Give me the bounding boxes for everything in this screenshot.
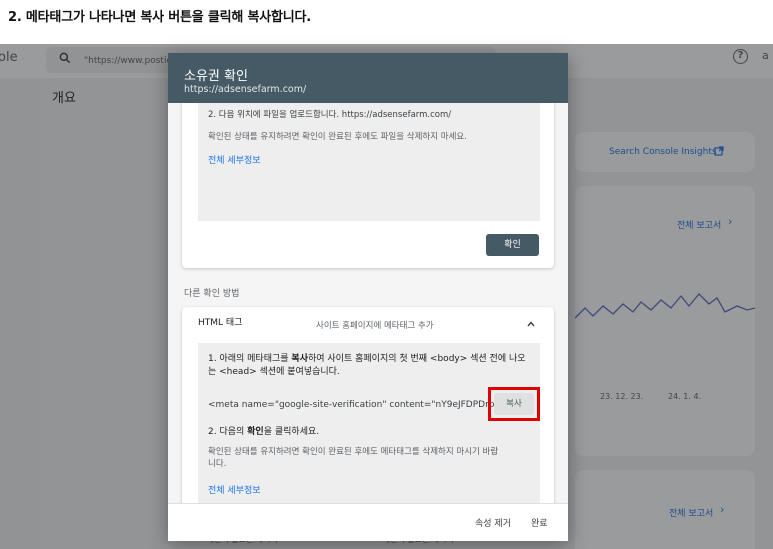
verification-meta-tag[interactable]: <meta name="google-site-verification" co… [208,400,496,410]
meta-tag-instructions-box: 1. 아래의 메타태그를 복사하여 사이트 홈페이지의 첫 번째 <body> … [198,343,540,503]
meta-step-1-pre: 1. 아래의 메타태그를 [208,354,292,364]
html-tag-description: 사이트 홈페이지에 메타태그 추가 [316,321,434,331]
upload-step-text: 2. 다음 위치에 파일을 업로드합니다. https://adsensefar… [208,110,452,120]
other-methods-label: 다른 확인 방법 [184,289,240,299]
html-tag-title: HTML 태그 [198,318,243,328]
keep-meta-notice-line1: 확인된 상태를 유지하려면 확인이 완료된 후에도 메타태그를 삭제하지 마시기… [208,447,499,457]
ownership-verification-dialog: 소유권 확인 https://adsensefarm.com/ 2. 다음 위치… [168,53,568,541]
dialog-header: 소유권 확인 https://adsensefarm.com/ [168,53,568,103]
meta-step-1: 1. 아래의 메타태그를 복사하여 사이트 홈페이지의 첫 번째 <body> … [208,353,534,379]
file-instructions-box: 2. 다음 위치에 파일을 업로드합니다. https://adsensefar… [198,103,540,221]
meta-step-2-post: 을 클릭하세요. [263,427,320,437]
keep-meta-notice: 확인된 상태를 유지하려면 확인이 완료된 후에도 메타태그를 삭제하지 마시기… [208,446,498,470]
meta-full-details-link[interactable]: 전체 세부정보 [208,483,261,496]
tutorial-screenshot: 2. 메타태그가 나타나면 복사 버튼을 클릭해 복사합니다. ole "htt… [0,0,773,549]
html-file-method-card: 2. 다음 위치에 파일을 업로드합니다. https://adsensefar… [182,103,554,268]
tutorial-step-heading: 2. 메타태그가 나타나면 복사 버튼을 클릭해 복사합니다. [8,10,311,25]
remove-property-button[interactable]: 속성 제거 [475,516,511,529]
file-confirm-button[interactable]: 확인 [486,234,539,256]
meta-step-2-bold: 확인 [247,427,264,437]
done-button[interactable]: 완료 [531,516,548,529]
html-tag-method-card: HTML 태그 사이트 홈페이지에 메타태그 추가 1. 아래의 메타태그를 복… [182,307,554,503]
keep-file-notice: 확인된 상태를 유지하려면 확인이 완료된 후에도 파일을 삭제하지 마세요. [208,132,467,142]
meta-step-1-line2: 는 <head> 섹션에 붙여넣습니다. [208,367,340,377]
meta-step-1-bold: 복사 [291,354,308,364]
file-full-details-link[interactable]: 전체 세부정보 [208,153,261,166]
meta-step-2: 2. 다음의 확인을 클릭하세요. [208,426,319,439]
keep-meta-notice-line2: 니다. [208,459,227,469]
dialog-title: 소유권 확인 [184,69,248,84]
dialog-scroll-body[interactable]: 2. 다음 위치에 파일을 업로드합니다. https://adsensefar… [168,103,568,503]
meta-step-2-pre: 2. 다음의 [208,427,248,437]
dialog-property-url: https://adsensefarm.com/ [184,84,307,95]
meta-step-1-post: 하여 사이트 홈페이지의 첫 번째 <body> 섹션 전에 나오 [307,354,526,364]
chevron-up-icon[interactable] [527,320,535,328]
highlight-box [488,387,540,421]
dialog-footer: 속성 제거 완료 [168,503,568,541]
html-tag-header[interactable]: HTML 태그 사이트 홈페이지에 메타태그 추가 [182,307,554,341]
